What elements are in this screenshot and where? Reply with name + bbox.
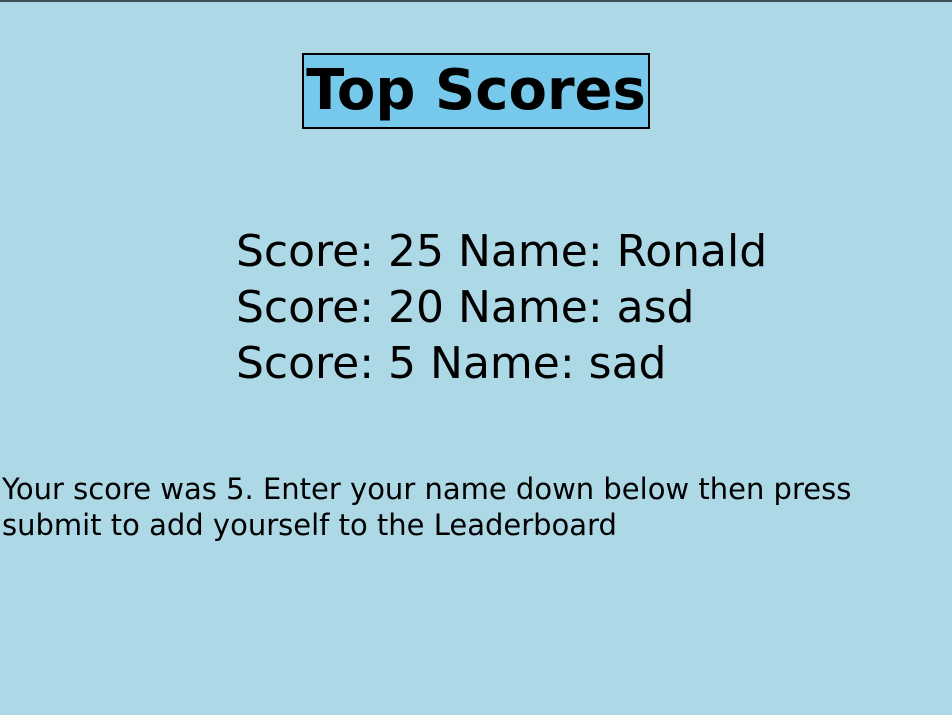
score-entry: Score: 5 Name: sad xyxy=(236,338,667,389)
score-message: Your score was 5. Enter your name down b… xyxy=(2,472,852,542)
score-entry: Score: 20 Name: asd xyxy=(236,282,695,333)
page-title: Top Scores xyxy=(302,53,650,129)
score-entry: Score: 25 Name: Ronald xyxy=(236,226,768,277)
score-list: Score: 25 Name: Ronald Score: 20 Name: a… xyxy=(236,224,767,392)
window-top-border xyxy=(0,0,952,2)
title-container: Top Scores xyxy=(0,53,952,129)
